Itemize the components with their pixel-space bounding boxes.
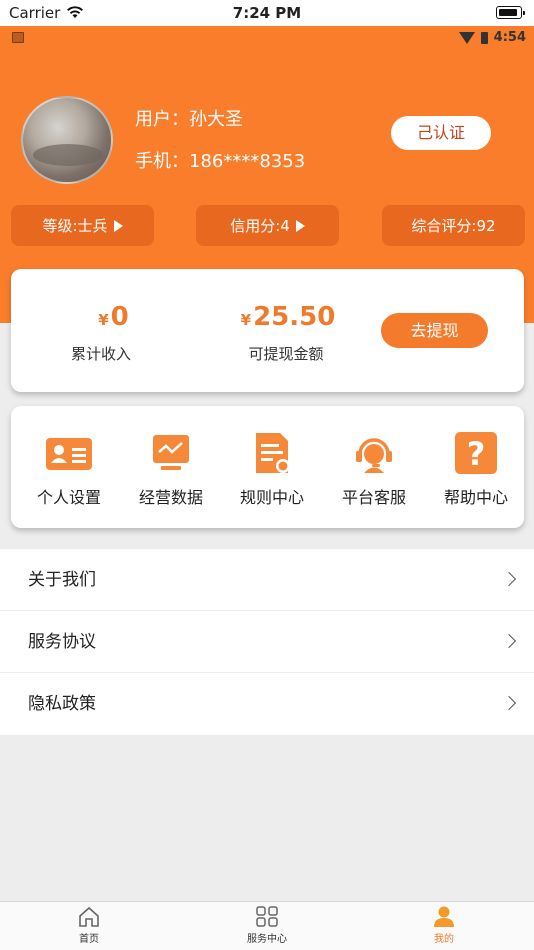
user-icon [434,906,454,927]
chevron-right-icon [501,695,517,711]
menu-label: 个人设置 [36,488,101,507]
signal-icon [458,31,475,44]
image-notification-icon [12,32,24,43]
credit-score-pill[interactable]: 信用分:4 [196,205,339,246]
withdraw-button[interactable]: 去提现 [381,313,488,348]
settings-list: 关于我们 服务协议 隐私政策 [0,549,534,735]
tab-label: 服务中心 [247,934,287,945]
tab-label: 我的 [434,934,454,945]
withdrawable-label: 可提现金额 [248,345,324,363]
menu-label: 规则中心 [239,488,304,507]
currency-symbol: ¥ [98,311,109,329]
tab-home[interactable]: 首页 [39,906,139,945]
clock: 7:24 PM [232,4,302,22]
document-rules-icon [256,433,290,473]
android-status-bar: 4:54 [0,26,534,50]
overall-rating-pill[interactable]: 综合评分:92 [382,205,525,246]
play-arrow-icon [295,219,305,232]
level-pill[interactable]: 等级:士兵 [11,205,154,246]
avatar[interactable] [21,96,113,184]
function-menu-card: 个人设置 经营数据 规则中心 平台客服 ? 帮助中心 [11,406,524,528]
list-item-service-agreement[interactable]: 服务协议 [0,611,534,673]
list-item-label: 关于我们 [28,570,96,590]
svg-text:?: ? [467,435,486,473]
user-phone: 手机：186****8353 [135,151,306,172]
bottom-tab-bar: 首页 服务中心 我的 [0,901,534,950]
menu-label: 平台客服 [341,488,406,507]
verified-badge-button[interactable]: 己认证 [391,116,491,150]
menu-item-personal-settings[interactable]: 个人设置 [19,432,119,508]
battery-small-icon [480,31,488,44]
list-item-label: 隐私政策 [28,694,96,714]
tab-mine[interactable]: 我的 [394,906,494,945]
menu-item-help-center[interactable]: ? 帮助中心 [426,432,526,508]
android-time: 4:54 [493,30,526,45]
menu-item-customer-service[interactable]: 平台客服 [324,432,424,508]
chart-monitor-icon [153,435,189,470]
headset-support-icon [356,438,392,473]
overall-rating-label: 综合评分:92 [411,217,496,235]
id-card-icon [46,438,92,470]
income-card: ¥0 累计收入 ¥25.50 可提现金额 去提现 [11,269,524,392]
list-item-label: 服务协议 [28,632,96,652]
menu-item-business-data[interactable]: 经营数据 [121,432,221,508]
chevron-right-icon [501,571,517,587]
currency-symbol: ¥ [240,311,252,329]
withdrawable-value: ¥25.50 [240,302,336,332]
play-arrow-icon [113,219,123,232]
menu-label: 经营数据 [138,488,203,507]
credit-score-label: 信用分:4 [230,217,290,235]
total-income-label: 累计收入 [70,345,131,363]
home-icon [79,906,99,927]
menu-label: 帮助中心 [443,488,508,507]
menu-item-rules-center[interactable]: 规则中心 [222,432,322,508]
grid-icon [256,906,278,927]
user-name: 用户：孙大圣 [135,109,243,130]
tab-service-center[interactable]: 服务中心 [217,906,317,945]
chevron-right-icon [501,633,517,649]
list-item-about-us[interactable]: 关于我们 [0,549,534,611]
ios-status-bar: Carrier 7:24 PM [0,0,534,26]
battery-icon [496,6,525,19]
tab-label: 首页 [79,934,99,945]
question-help-icon: ? [455,432,497,474]
list-item-privacy-policy[interactable]: 隐私政策 [0,673,534,735]
total-income-value: ¥0 [98,302,129,332]
level-label: 等级:士兵 [42,217,108,235]
